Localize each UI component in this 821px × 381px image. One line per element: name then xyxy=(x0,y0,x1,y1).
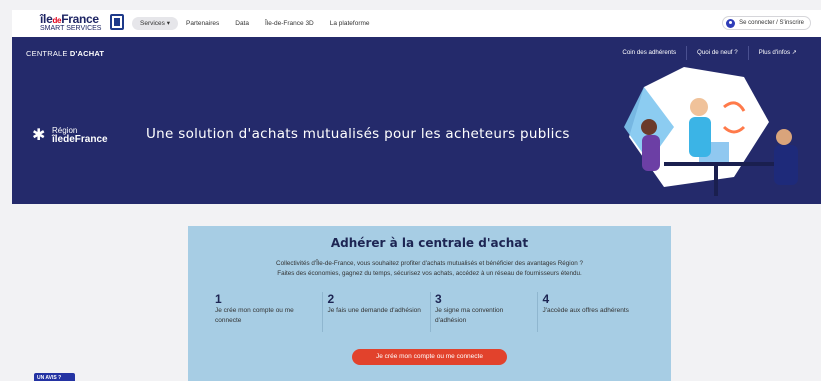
nav-services[interactable]: Services ▾ xyxy=(132,17,178,30)
step-text: Je fais une demande d'adhésion xyxy=(327,307,421,314)
nav-data[interactable]: Data xyxy=(227,17,257,30)
step-text: Je crée mon compte ou me connecte xyxy=(215,307,294,324)
nav-la-plateforme[interactable]: La plateforme xyxy=(322,17,378,30)
main-nav: Services ▾ Partenaires Data Île-de-Franc… xyxy=(132,17,378,30)
connect-label: Se connecter / S'inscrire xyxy=(739,20,804,26)
hero-tagline: Une solution d'achats mutualisés pour le… xyxy=(146,126,570,142)
user-icon xyxy=(726,18,736,28)
adhesion-title: Adhérer à la centrale d'achat xyxy=(330,236,529,250)
create-account-button[interactable]: Je crée mon compte ou me connecte xyxy=(352,349,507,365)
link-plus-infos[interactable]: Plus d'infos ↗ xyxy=(747,46,807,60)
top-bar: îledeFrance SMART SERVICES Services ▾ Pa… xyxy=(12,10,821,37)
adhesion-intro: Collectivités d'Île-de-France, vous souh… xyxy=(188,259,671,279)
step-text: J'accède aux offres adhérents xyxy=(542,307,629,314)
logo-subtitle: SMART SERVICES xyxy=(40,25,102,32)
star-icon: ✱ xyxy=(32,127,46,144)
nav-idf-3d[interactable]: Île-de-France 3D xyxy=(257,17,322,30)
intro-line-2: Faites des économies, gagnez du temps, s… xyxy=(277,270,582,277)
connect-button[interactable]: Se connecter / S'inscrire xyxy=(722,16,811,30)
step-4: 4 J'accède aux offres adhérents xyxy=(537,292,645,332)
step-number: 1 xyxy=(215,292,222,306)
step-1: 1 Je crée mon compte ou me connecte xyxy=(215,292,322,332)
centrale-achat-brand[interactable]: CENTRALE D'ACHAT xyxy=(26,49,104,58)
step-text: Je signe ma convention d'adhésion xyxy=(434,307,504,324)
step-3: 3 Je signe ma convention d'adhésion xyxy=(429,292,538,332)
nav-partenaires[interactable]: Partenaires xyxy=(178,17,227,30)
region-logo-line2: îledeFrance xyxy=(52,134,108,145)
hero-nav: Coin des adhérents Quoi de neuf ? Plus d… xyxy=(612,46,807,60)
adhesion-steps: 1 Je crée mon compte ou me connecte 2 Je… xyxy=(215,292,645,332)
step-2: 2 Je fais une demande d'adhésion xyxy=(322,292,430,332)
meeting-illustration xyxy=(624,67,798,196)
link-coin-adherents[interactable]: Coin des adhérents xyxy=(612,46,686,60)
feedback-button[interactable]: UN AVIS ? xyxy=(34,373,75,381)
step-number: 3 xyxy=(434,292,442,306)
logo-mark-icon xyxy=(110,14,124,30)
link-quoi-de-neuf[interactable]: Quoi de neuf ? xyxy=(686,46,748,60)
adhesion-card: Adhérer à la centrale d'achat Collectivi… xyxy=(188,226,671,381)
ile-de-france-smart-services-logo[interactable]: îledeFrance SMART SERVICES xyxy=(40,13,126,35)
step-number: 2 xyxy=(327,292,335,306)
hero-banner: CENTRALE D'ACHAT Coin des adhérents Quoi… xyxy=(12,37,821,204)
intro-line-1: Collectivités d'Île-de-France, vous souh… xyxy=(276,260,583,267)
step-number: 4 xyxy=(542,292,550,306)
